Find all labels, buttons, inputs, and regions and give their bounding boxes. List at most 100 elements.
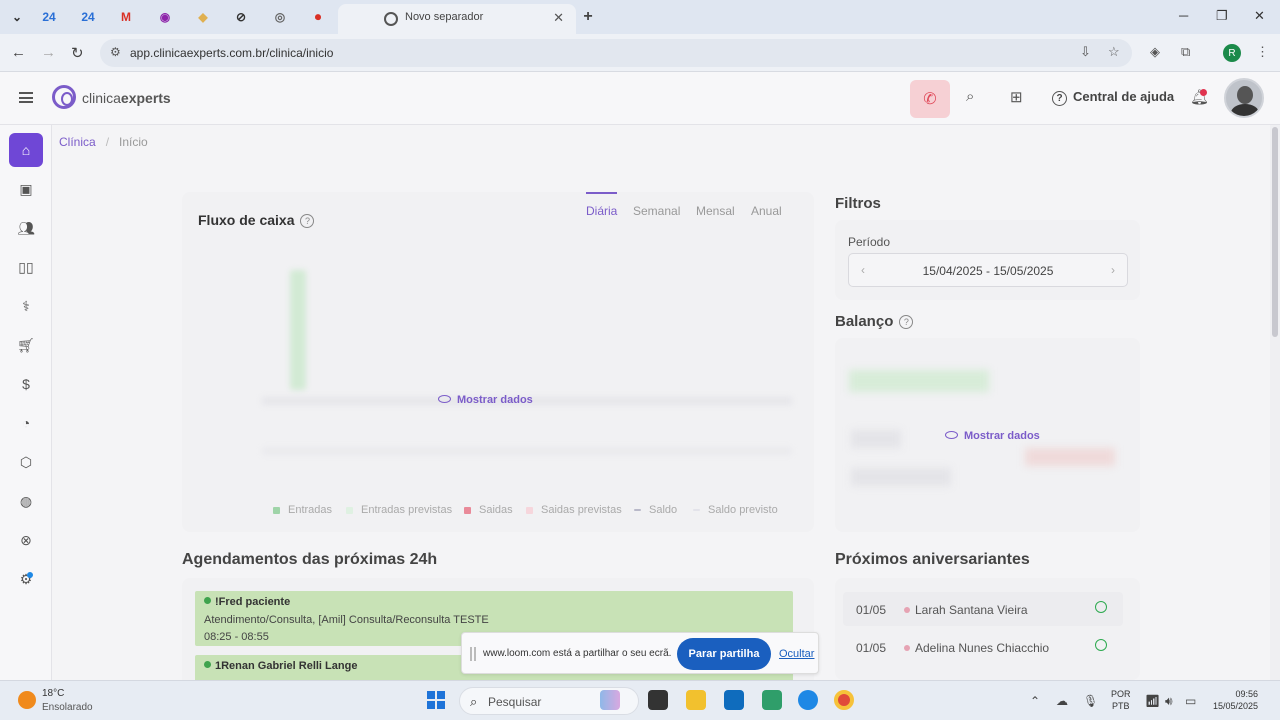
language-indicator[interactable]: POR PTB (1111, 688, 1131, 712)
search-icon: ⌕ (470, 694, 478, 709)
status-dot (904, 645, 910, 651)
search-icon[interactable]: ⌕ (966, 88, 974, 105)
forward-icon[interactable]: → (41, 44, 56, 61)
birthdays-card: 01/05 Larah Santana Vieira 01/05 Adelina… (835, 578, 1140, 680)
people-widget-icon[interactable] (600, 690, 620, 710)
help-icon[interactable]: ? (300, 214, 315, 228)
blurred-line (262, 447, 792, 455)
onedrive-icon[interactable]: ☁ (1056, 694, 1068, 708)
help-icon[interactable]: ? (899, 315, 914, 329)
extensions-puzzle-icon[interactable]: ⧉ (1181, 44, 1190, 60)
settings-badge (27, 572, 33, 578)
drag-handle-icon[interactable] (470, 647, 476, 661)
sidebar-item-settings[interactable]: ⚙ (9, 562, 43, 596)
map-pin-icon[interactable]: ◉ (156, 8, 174, 26)
sidebar-item-marketing[interactable]: ◍ (9, 484, 43, 518)
menu-kebab-icon[interactable]: ⋮ (1256, 44, 1269, 60)
edge-icon[interactable] (798, 690, 818, 710)
page-scrollbar[interactable] (1270, 125, 1280, 680)
windows-start-icon[interactable] (427, 691, 445, 709)
tab-mensal[interactable]: Mensal (696, 204, 735, 218)
sidebar-item-calendar[interactable]: ▣ (9, 172, 43, 206)
sidebar-item-reports[interactable]: ◔ (9, 406, 43, 440)
stop-sharing-button[interactable]: Parar partilha (677, 638, 771, 670)
task-view-icon[interactable] (648, 690, 668, 710)
extension-icon[interactable]: ◈ (1150, 44, 1160, 60)
balance-show-data-button[interactable]: Mostrar dados (945, 430, 1040, 442)
tab-favicon-icon[interactable]: ⊘ (232, 8, 250, 26)
tab-favicon-24[interactable]: 24 (79, 8, 97, 26)
sidebar-item-patients[interactable]: 👥︎ (9, 211, 43, 245)
close-tab-icon[interactable]: ✕ (553, 10, 564, 26)
tab-semanal[interactable]: Semanal (633, 204, 680, 218)
user-avatar[interactable] (1224, 78, 1264, 118)
site-settings-icon[interactable]: ⚙ (110, 45, 121, 59)
date-range-picker[interactable]: ‹ 15/04/2025 - 15/05/2025 › (848, 253, 1128, 287)
maximize-icon[interactable]: ❐ (1216, 8, 1228, 24)
back-icon[interactable]: ← (11, 44, 26, 61)
help-center-button[interactable]: ? Central de ajuda (1052, 89, 1174, 106)
outlook-icon[interactable] (724, 690, 744, 710)
weather-description[interactable]: Ensolarado (42, 702, 93, 713)
reload-icon[interactable]: ↻ (71, 44, 84, 62)
hide-banner-link[interactable]: Ocultar (779, 648, 814, 660)
tab-favicon-24[interactable]: 24 (40, 8, 58, 26)
install-app-icon[interactable]: ⇩ (1080, 44, 1091, 60)
record-icon[interactable]: ⏺ (309, 8, 327, 26)
scroll-thumb[interactable] (1272, 127, 1278, 337)
url-input[interactable]: ⚙ app.clinicaexperts.com.br/clinica/inic… (100, 39, 1132, 67)
minimize-icon[interactable]: ─ (1179, 8, 1188, 23)
bookmark-star-icon[interactable]: ☆ (1108, 44, 1120, 60)
wifi-icon[interactable]: 📶︎ (1145, 694, 1160, 708)
file-explorer-icon[interactable] (686, 690, 706, 710)
logo-text[interactable]: clinicaexperts (82, 90, 171, 106)
snipping-tool-icon[interactable] (762, 690, 782, 710)
sidebar-item-kanban[interactable]: ▯▯ (9, 250, 43, 284)
whatsapp-button[interactable]: ✆ (910, 80, 950, 118)
legend-swatch (693, 509, 700, 511)
cashflow-show-data-button[interactable]: Mostrar dados (438, 394, 533, 406)
close-window-icon[interactable]: ✕ (1254, 8, 1265, 24)
sidebar-item-clinical[interactable]: ⚕ (9, 289, 43, 323)
sidebar-item-home[interactable]: ⌂ (9, 133, 43, 167)
tab-search-icon[interactable]: ⌄ (8, 8, 26, 26)
whatsapp-icon[interactable] (1095, 601, 1107, 613)
clinica-favicon-icon[interactable]: ◎ (271, 8, 289, 26)
sidebar-item-integrations[interactable]: ⊗ (9, 523, 43, 557)
profile-avatar[interactable]: R (1223, 44, 1241, 62)
weather-sun-icon[interactable] (18, 691, 36, 709)
gmail-icon[interactable]: M (117, 8, 135, 26)
sidebar-item-inventory[interactable]: ⬡ (9, 445, 43, 479)
tray-expand-icon[interactable]: ⌃ (1030, 694, 1040, 708)
tab-active[interactable]: Novo separador ✕ (338, 4, 576, 34)
whatsapp-icon[interactable] (1095, 639, 1107, 651)
system-clock[interactable]: 09:56 15/05/2025 (1213, 688, 1258, 712)
tab-anual[interactable]: Anual (751, 204, 782, 218)
hamburger-menu-icon[interactable] (19, 92, 33, 103)
legend-label: Entradas (288, 504, 333, 516)
browser-tab-bar: ⌄ 24 24 M ◉ ◆ ⊘ ◎ ⏺ ◎ Novo separador ✕ +… (0, 0, 1280, 34)
microphone-icon[interactable]: 🎙︎ (1083, 694, 1098, 708)
volume-icon[interactable]: 🔊︎ (1165, 694, 1173, 709)
keyboard-layout: PTB (1112, 701, 1130, 711)
chevron-right-icon[interactable]: › (1111, 263, 1115, 277)
period-label: Período (848, 235, 891, 249)
tab-diaria[interactable]: Diária (586, 192, 618, 218)
sidebar-item-finance[interactable]: $ (9, 367, 43, 401)
sidebar: ⌂ ▣ 👥︎ ▯▯ ⚕ 🛒︎ $ ◔ ⬡ ◍ ⊗ ⚙ (0, 125, 52, 680)
birthday-item[interactable]: 01/05 Larah Santana Vieira (843, 592, 1123, 626)
lifebuoy-icon: ⊗ (20, 531, 32, 548)
new-tab-icon[interactable]: + (579, 8, 597, 26)
status-dot (904, 607, 910, 613)
birthday-item[interactable]: 01/05 Adelina Nunes Chiacchio (843, 630, 1123, 664)
weather-temperature[interactable]: 18°C (42, 688, 64, 699)
breadcrumb-current: Início (119, 135, 148, 149)
clinicaexperts-logo-icon[interactable] (52, 85, 76, 109)
birthday-name: Larah Santana Vieira (915, 603, 1028, 617)
chrome-icon[interactable] (834, 690, 854, 710)
sidebar-item-sales[interactable]: 🛒︎ (9, 328, 43, 362)
apps-grid-icon[interactable]: ⊞ (1010, 88, 1023, 106)
battery-icon[interactable]: ▭ (1185, 694, 1196, 708)
tab-favicon-icon[interactable]: ◆ (194, 8, 212, 26)
breadcrumb-clinica[interactable]: Clínica (59, 135, 96, 149)
